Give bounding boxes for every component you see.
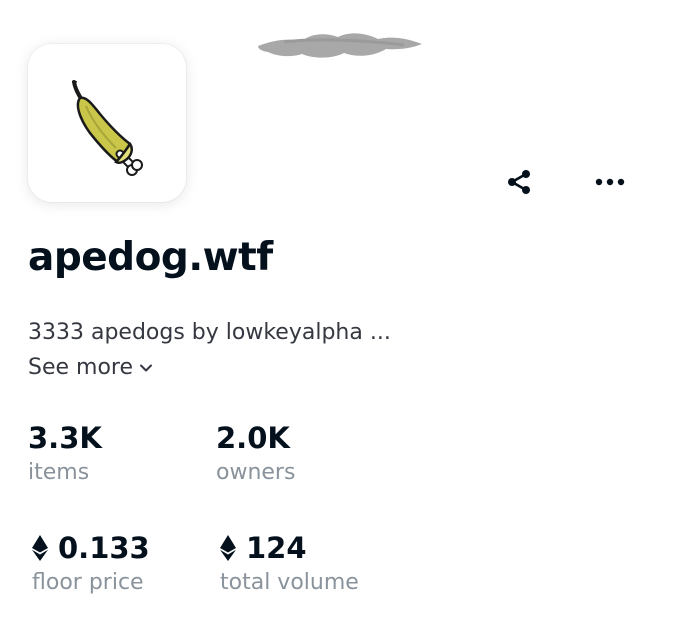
ethereum-icon <box>220 535 236 561</box>
stat-floor-price: 0.133 floor price <box>32 530 150 598</box>
collection-title: apedog.wtf <box>28 235 273 280</box>
stat-total-volume-value: 124 <box>246 531 307 565</box>
share-icon <box>508 170 530 194</box>
stat-owners-label: owners <box>216 460 296 485</box>
see-more-label: See more <box>28 355 134 380</box>
stat-owners-value: 2.0K <box>216 421 290 455</box>
stat-total-volume: 124 total volume <box>220 530 359 598</box>
stat-total-volume-label: total volume <box>220 570 359 595</box>
redacted-scribble <box>258 33 422 58</box>
ethereum-icon <box>32 535 48 561</box>
stat-items-value: 3.3K <box>28 421 102 455</box>
stat-floor-price-label: floor price <box>32 570 144 595</box>
share-button[interactable] <box>499 162 539 202</box>
stat-owners: 2.0K owners <box>216 420 295 488</box>
see-more-button[interactable]: See more <box>28 353 153 383</box>
chevron-down-icon <box>140 364 153 372</box>
collection-description: 3333 apedogs by lowkeyalpha ... <box>28 320 391 345</box>
more-options-button[interactable] <box>590 162 630 202</box>
more-horizontal-icon <box>595 178 625 186</box>
banana-bone-icon <box>72 80 143 176</box>
stat-items-label: items <box>28 460 90 485</box>
stat-items: 3.3K items <box>28 420 102 488</box>
collection-avatar <box>28 44 186 202</box>
stat-floor-price-value: 0.133 <box>58 531 150 565</box>
